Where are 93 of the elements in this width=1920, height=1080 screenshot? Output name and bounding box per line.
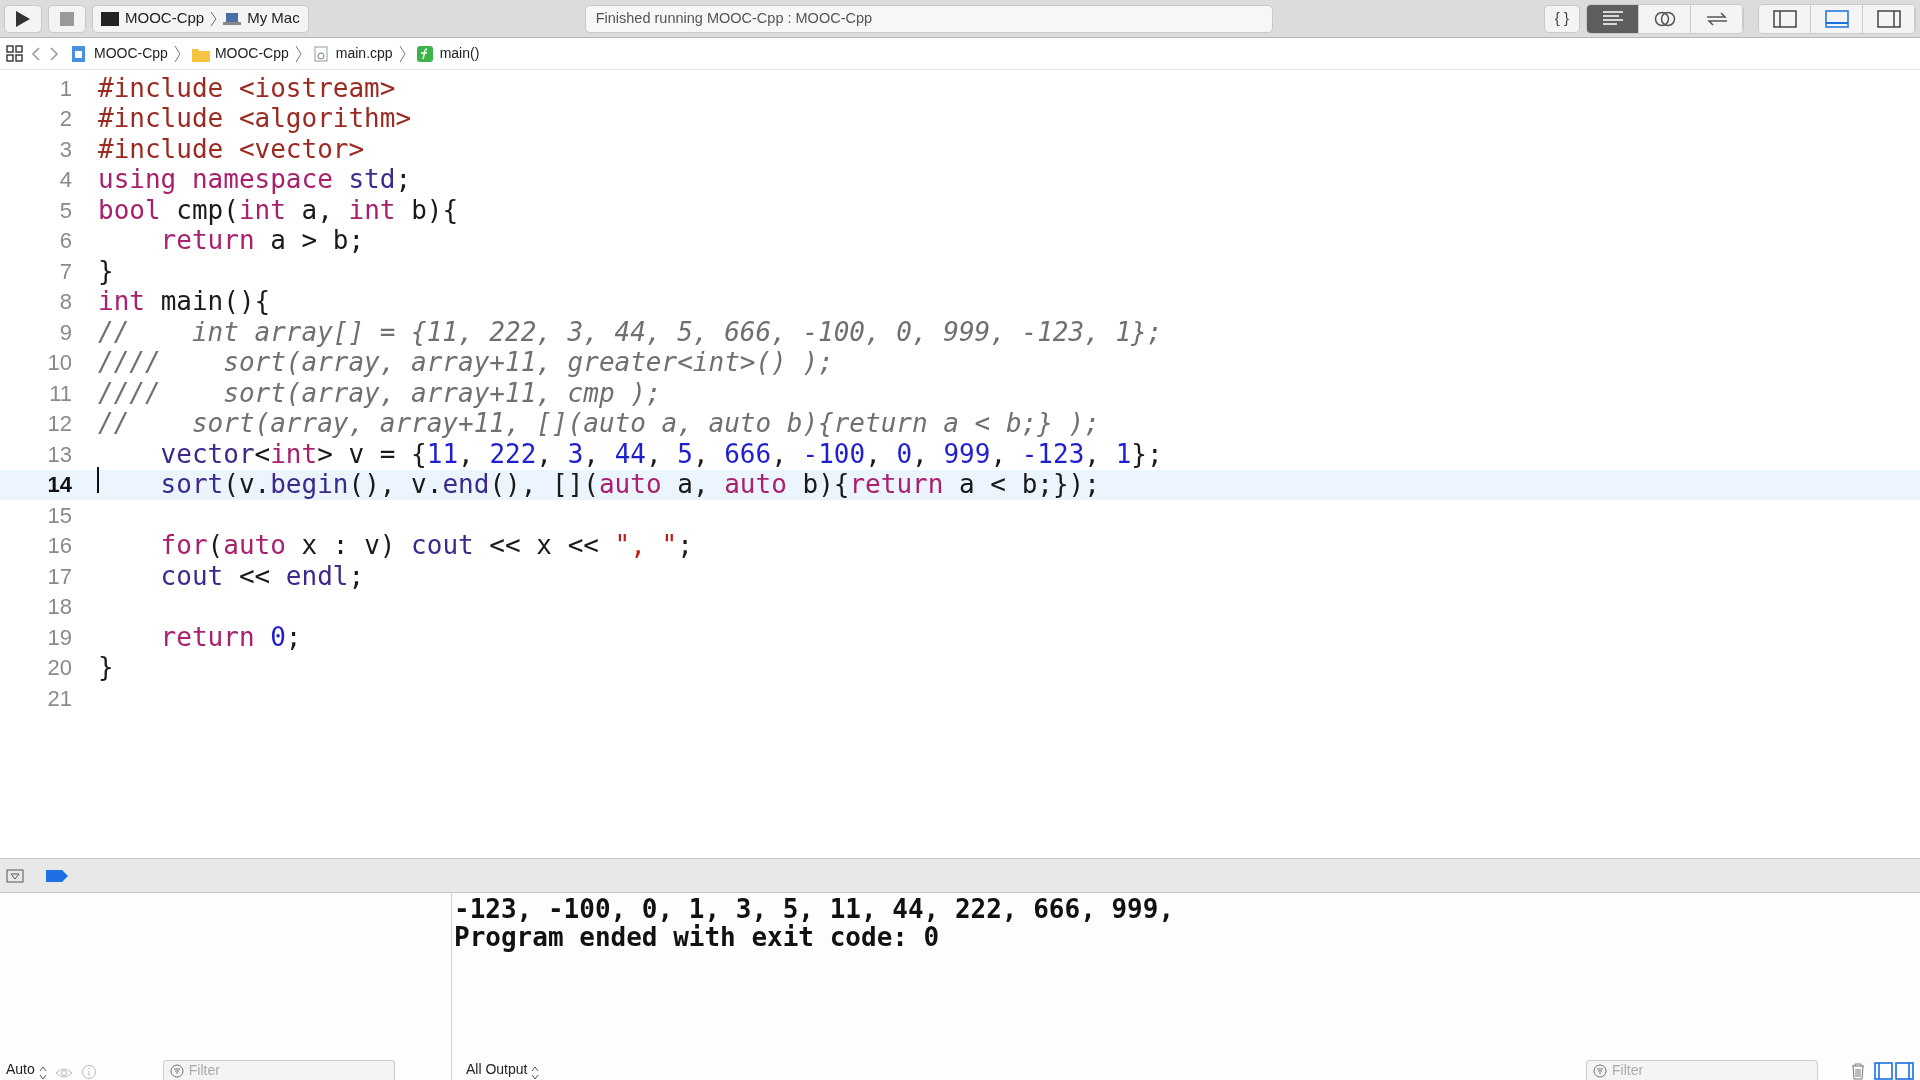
collapse-icon[interactable] (6, 868, 24, 883)
code-line: } (98, 255, 114, 286)
filter-field[interactable]: Filter (1586, 1060, 1818, 1080)
line-number: 16 (46, 532, 72, 561)
forward-icon[interactable] (48, 45, 60, 62)
scheme-name: MOOC-Cpp (125, 8, 205, 29)
console-output-line: Program ended with exit code: 0 (454, 923, 941, 951)
code-line: } (98, 652, 114, 683)
code-line: //// sort(array, array+11, cmp ); (98, 377, 662, 408)
code-line: //// sort(array, array+11, greater<int>() ); (98, 347, 834, 378)
line-number: 14 (46, 471, 72, 500)
output-selector[interactable]: All Output (466, 1059, 540, 1080)
line-number: 4 (58, 166, 72, 195)
stop-button[interactable] (48, 4, 86, 33)
line-number: 11 (48, 379, 72, 408)
code-line: // int array[] = {11, 222, 3, 44, 5, 666, -100, 0, 999, -123, 1}; (98, 316, 1163, 347)
grid-icon[interactable] (6, 44, 24, 63)
segmented-control[interactable] (1586, 3, 1744, 34)
code-line: for(auto x : v) cout << x << ", "; (159, 530, 693, 561)
stop-icon (59, 10, 75, 27)
code-line: using namespace std; (98, 164, 412, 195)
console-output-line: -123, -100, 0, 1, 3, 5, 11, 44, 222, 666, 999, (454, 895, 1176, 923)
segmented-control[interactable] (1758, 3, 1916, 34)
view-mode-selector[interactable]: Auto (6, 1059, 47, 1080)
play-icon (15, 9, 31, 28)
line-number: 6 (58, 227, 72, 256)
chevron-icon (210, 10, 218, 27)
panel-toggle-button[interactable] (1759, 4, 1811, 33)
code-line: cout << endl; (159, 560, 365, 591)
line-number: 7 (58, 257, 72, 286)
code-line: return 0; (159, 621, 302, 652)
function-icon (415, 44, 436, 63)
chevron-icon (173, 44, 181, 63)
line-number: 2 (58, 105, 72, 134)
code-line: bool cmp(int a, int b){ (98, 194, 459, 225)
terminal-icon (101, 10, 119, 27)
updown-icon (38, 1066, 47, 1080)
destination-name: My Mac (247, 8, 300, 29)
run-button[interactable] (4, 4, 42, 33)
panel-icon (1824, 9, 1849, 28)
line-number: 19 (46, 623, 72, 652)
line-number: 5 (58, 196, 72, 225)
panel-toggle-button[interactable] (1863, 4, 1915, 33)
filter-field[interactable]: Filter (1612, 1060, 1792, 1080)
line-number: 9 (58, 318, 72, 347)
line-number: 20 (46, 654, 72, 683)
swap-arrows-icon (1704, 9, 1729, 28)
back-icon[interactable] (30, 45, 42, 62)
line-number: 13 (46, 440, 72, 469)
lines-icon (1600, 9, 1625, 28)
editor-mode-button[interactable] (1639, 4, 1691, 33)
line-number: 17 (46, 562, 72, 591)
line-number: 8 (58, 288, 72, 317)
updown-icon (531, 1066, 540, 1080)
editor-mode-button[interactable] (1691, 4, 1743, 33)
status-text: Finished running MOOC-Cpp : MOOC-Cpp (595, 8, 873, 28)
code-line: #include <iostream> (98, 72, 396, 103)
chevron-icon (294, 44, 302, 63)
filter-icon (1593, 1063, 1607, 1078)
line-number: 12 (46, 410, 72, 439)
panel-icon (1772, 9, 1797, 28)
text-cursor (97, 467, 99, 494)
line-number: 10 (46, 349, 72, 378)
trash-icon[interactable] (1850, 1062, 1866, 1080)
line-number: 3 (58, 135, 72, 164)
line-number: 1 (58, 74, 72, 103)
breakpoint-icon[interactable] (46, 869, 68, 882)
filter-icon (169, 1063, 184, 1078)
laptop-icon (223, 11, 242, 26)
panel-toggle-button[interactable] (1811, 4, 1863, 33)
code-line: return a > b; (159, 225, 365, 256)
filter-field[interactable]: Filter (162, 1060, 395, 1080)
breadcrumb-item[interactable]: main() (415, 43, 480, 64)
scheme-selector[interactable]: MOOC-Cpp My Mac (92, 4, 309, 33)
breadcrumb-item[interactable]: MOOC-Cpp (70, 43, 168, 64)
code-line: vector<int> v = {11, 222, 3, 44, 5, 666, -100, 0, 999, -123, 1}; (159, 438, 1163, 469)
line-number: 21 (46, 684, 72, 713)
breadcrumb-item[interactable]: main.cpp (311, 43, 393, 64)
split-view-icon[interactable] (1874, 1062, 1914, 1080)
code-line: sort(v.begin(), v.end(), [](auto a, auto b){return a < b;}); (159, 469, 1100, 500)
code-snippet-button[interactable]: { } (1543, 4, 1580, 33)
code-line: int main(){ (98, 286, 271, 317)
code-line: // sort(array, array+11, [](auto a, auto b){return a < b;} ); (98, 408, 1100, 439)
overlapping-circles-icon (1653, 9, 1676, 28)
editor-mode-button[interactable] (1587, 4, 1639, 33)
code-line: #include <algorithm> (98, 103, 412, 134)
panel-icon (1876, 9, 1901, 28)
code-line: #include <vector> (98, 133, 365, 164)
breadcrumb-item[interactable]: MOOC-Cpp (190, 43, 289, 64)
line-number: 15 (46, 501, 72, 530)
chevron-icon (398, 44, 406, 63)
filter-field[interactable]: Filter (188, 1060, 369, 1080)
line-number: 18 (46, 593, 72, 622)
